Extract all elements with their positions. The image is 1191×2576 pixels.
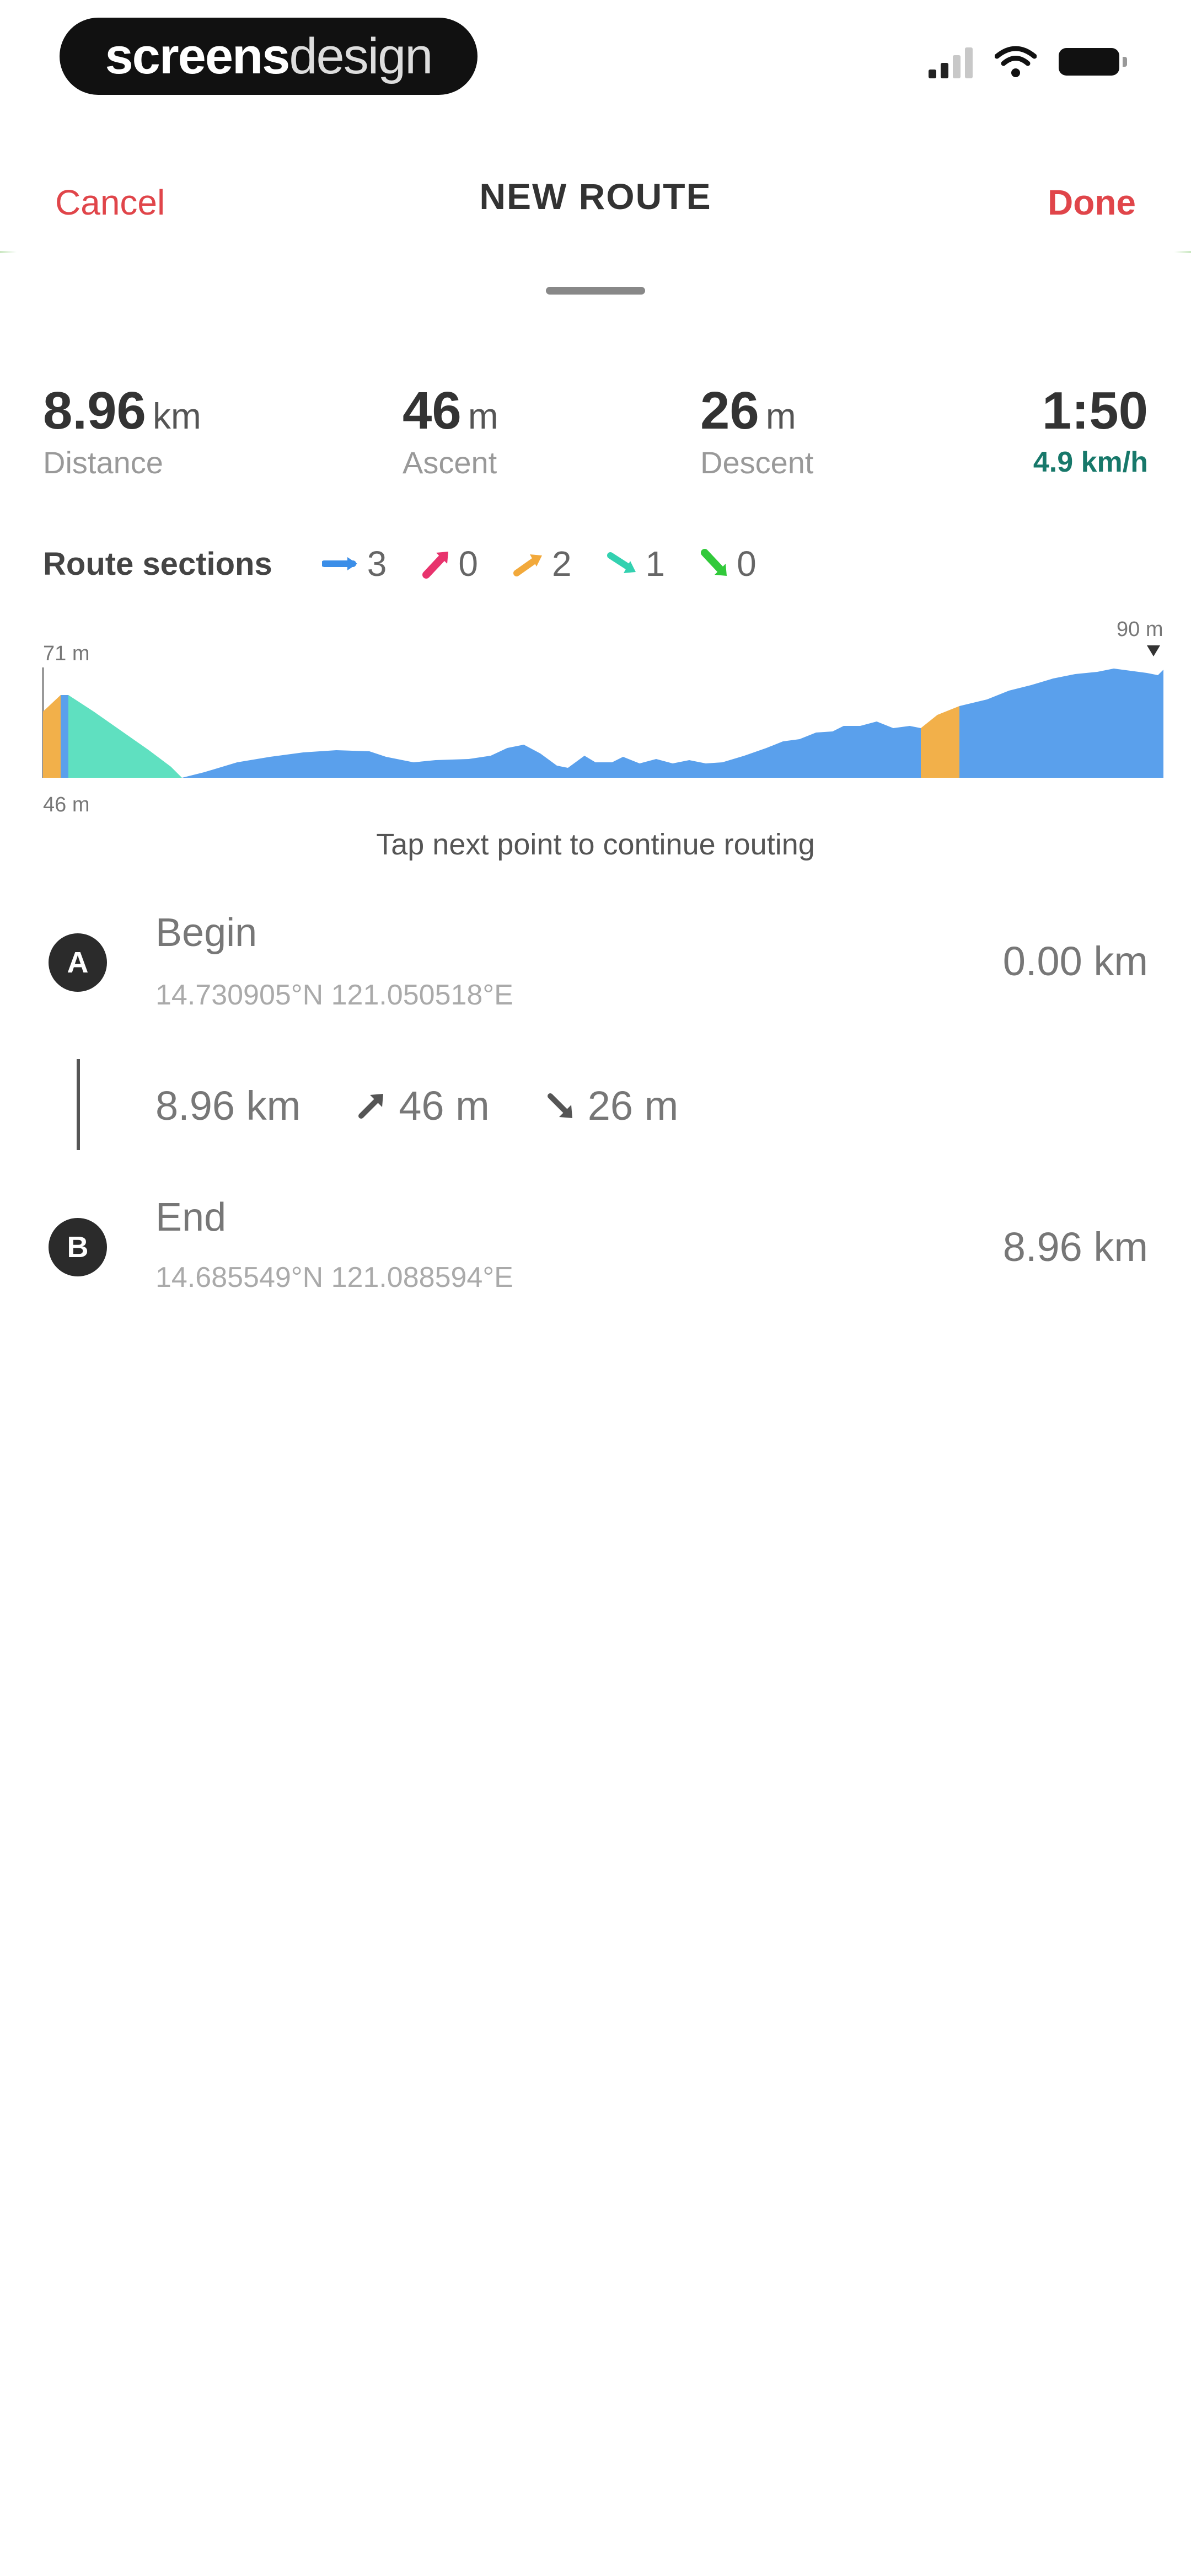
section-steep-up-count: 0 <box>458 544 478 584</box>
max-elevation-label: 71 m <box>43 642 90 665</box>
leg-ascent-value: 46 m <box>399 1083 490 1129</box>
wifi-icon <box>995 46 1037 77</box>
up-arrow-icon <box>513 554 542 576</box>
logo-text-light: design <box>289 28 433 84</box>
steep-down-arrow-icon <box>701 549 727 576</box>
descent-section-fill <box>68 695 182 778</box>
min-elevation-label: 46 m <box>43 793 90 816</box>
leg-connector-line <box>77 1059 80 1150</box>
descent-label: Descent <box>700 445 814 480</box>
done-button[interactable]: Done <box>1048 182 1136 223</box>
waypoint-coords: 14.730905°N 121.050518°E <box>155 979 513 1011</box>
routing-hint: Tap next point to continue routing <box>376 828 815 861</box>
leg-distance: 8.96 km <box>155 1083 301 1129</box>
cellular-signal-icon <box>929 45 973 78</box>
section-flat-count: 3 <box>367 544 387 584</box>
stat-descent: 26 m Descent <box>700 381 813 480</box>
sheet-drag-handle[interactable] <box>546 287 645 295</box>
speed-value: 4.9 km/h <box>1033 446 1148 478</box>
end-elevation-label: 90 m <box>1117 618 1163 641</box>
descent-unit: m <box>765 396 796 436</box>
route-sections: Route sections 3 0 2 1 0 <box>43 543 791 584</box>
ascent-label: Ascent <box>403 445 497 480</box>
sheet-top-border <box>0 251 1191 253</box>
down-arrow-icon <box>607 552 636 573</box>
section-steep-down-count: 0 <box>737 544 757 584</box>
page-title: NEW ROUTE <box>479 176 712 217</box>
status-icons <box>929 45 1127 78</box>
screensdesign-logo: screens design <box>60 18 478 95</box>
waypoint-name: Begin <box>155 911 257 955</box>
section-down-count: 1 <box>645 544 666 584</box>
leg-descent-value: 26 m <box>587 1083 679 1129</box>
stat-duration: 1:50 4.9 km/h <box>1033 381 1148 479</box>
ascent-section-fill <box>43 695 61 778</box>
waypoint-b-marker: B <box>49 1218 107 1276</box>
section-up: 2 <box>512 543 572 584</box>
elevation-profile[interactable]: 71 m 46 m 90 m <box>39 618 1180 816</box>
section-steep-down: 0 <box>699 543 757 584</box>
section-up-count: 2 <box>551 544 572 584</box>
ascent-section-fill-2 <box>921 706 959 778</box>
waypoint-name: End <box>155 1195 227 1239</box>
current-position-marker <box>1147 645 1160 656</box>
status-bar: screens design <box>0 0 1191 127</box>
ascent-arrow-icon <box>358 1093 384 1119</box>
route-sections-title: Route sections <box>43 546 272 582</box>
waypoint-distance: 8.96 km <box>1002 1224 1148 1270</box>
section-down: 1 <box>606 543 666 584</box>
ascent-unit: m <box>468 396 498 436</box>
leg-descent: 26 m <box>545 1082 679 1129</box>
waypoint-a-marker: A <box>49 933 107 992</box>
steep-up-arrow-icon <box>422 552 449 579</box>
route-leg-summary: 8.96 km 46 m 26 m <box>0 1059 1191 1150</box>
descent-value: 26 <box>700 381 759 440</box>
waypoint-distance: 0.00 km <box>1002 938 1148 984</box>
stat-ascent: 46 m Ascent <box>403 381 498 480</box>
flat-section-fill <box>182 722 921 778</box>
leg-ascent: 46 m <box>356 1082 490 1129</box>
section-flat: 3 <box>321 543 387 584</box>
elevation-chart <box>42 645 1163 778</box>
duration-value: 1:50 <box>1042 381 1148 440</box>
nav-bar: Cancel NEW ROUTE Done <box>0 127 1191 259</box>
distance-unit: km <box>152 396 201 436</box>
logo-text-bold: screens <box>105 28 291 84</box>
flat-arrow-icon <box>321 557 357 570</box>
waypoint-coords: 14.685549°N 121.088594°E <box>155 1262 513 1294</box>
leg-stats: 8.96 km 46 m 26 m <box>155 1082 678 1129</box>
section-steep-up: 0 <box>421 543 478 584</box>
distance-label: Distance <box>43 445 163 480</box>
distance-value: 8.96 <box>43 381 146 440</box>
route-stats: 8.96 km Distance 46 m Ascent 26 m Descent 1… <box>0 381 1191 480</box>
ascent-value: 46 <box>403 381 462 440</box>
stat-distance: 8.96 km Distance <box>43 381 201 480</box>
descent-arrow-icon <box>547 1093 572 1118</box>
flat-section-fill-end <box>959 669 1163 778</box>
battery-icon <box>1059 48 1127 76</box>
flat-section-start <box>61 695 68 778</box>
